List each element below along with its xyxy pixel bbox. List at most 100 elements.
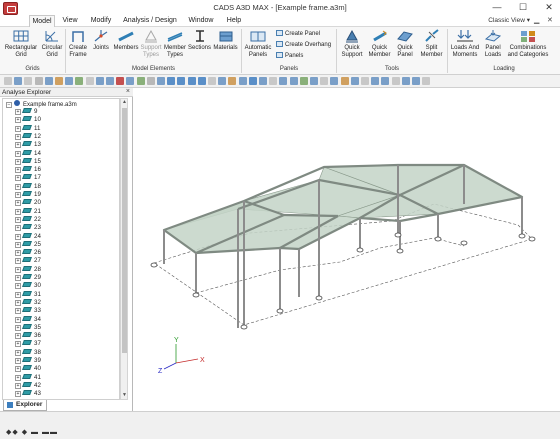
expand-icon[interactable]: + [15,241,21,248]
automatic-panels-button[interactable]: Automatic Panels [243,29,273,58]
frame-model-drawing[interactable]: Y X Z [134,88,560,411]
toolbar-tool-icon[interactable] [289,77,298,85]
loads-and-moments-button[interactable]: Loads And Moments [449,29,481,58]
expand-icon[interactable]: + [15,233,21,240]
toolbar-tool-icon[interactable] [208,77,216,85]
expand-icon[interactable]: + [15,225,21,232]
expand-icon[interactable]: + [15,175,21,182]
tree-item[interactable]: +27 [15,257,41,265]
expand-icon[interactable]: + [15,299,21,306]
toolbar-tool-icon[interactable] [248,77,257,85]
expand-icon[interactable]: + [15,283,21,290]
expand-icon[interactable]: + [15,382,21,389]
expand-icon[interactable]: + [15,266,21,273]
members-button[interactable]: Members [113,29,139,52]
toolbar-tool-icon[interactable] [24,77,33,85]
split-member-button[interactable]: Split Member [418,29,445,58]
tree-item[interactable]: +25 [15,240,41,249]
tree-item[interactable]: +20 [15,199,41,207]
toolbar-tool-icon[interactable] [75,77,84,85]
maximize-button[interactable]: ☐ [512,1,534,13]
expand-icon[interactable]: + [15,183,21,190]
tree-item[interactable]: +36 [15,332,41,340]
expand-icon[interactable]: + [15,366,21,373]
explorer-tab[interactable]: Explorer [3,400,47,411]
model-viewport[interactable]: Y X Z [134,88,560,411]
close-button[interactable]: ✕ [538,1,560,13]
toolbar-tool-icon[interactable] [85,77,94,85]
toolbar-tool-icon[interactable] [14,77,23,85]
expand-icon[interactable]: + [15,208,21,215]
toolbar-tool-icon[interactable] [238,77,247,85]
toolbar-tool-icon[interactable] [401,77,410,85]
tree-item[interactable]: +18 [15,182,41,191]
expand-icon[interactable]: + [15,200,21,207]
expand-icon[interactable]: + [15,158,21,165]
expand-icon[interactable]: + [15,133,21,140]
toolbar-tool-icon[interactable] [4,77,12,85]
tree-item[interactable]: +42 [15,381,41,390]
expand-icon[interactable]: + [15,117,21,124]
toolbar-tool-icon[interactable] [350,77,359,85]
tree-item[interactable]: +21 [15,207,41,216]
tree-item[interactable]: +33 [15,307,41,315]
tree-item[interactable]: +16 [15,166,41,174]
tree-item[interactable]: +14 [15,149,41,158]
toolbar-tool-icon[interactable] [422,77,431,85]
expand-icon[interactable]: + [15,291,21,298]
toolbar-tool-icon[interactable] [55,77,63,85]
tree-item[interactable]: +17 [15,174,41,182]
expand-icon[interactable]: + [15,324,21,331]
joints-button[interactable]: Joints [90,29,112,52]
tab-help[interactable]: Help [223,15,245,27]
expand-icon[interactable]: + [15,192,21,198]
toolbar-tool-icon[interactable] [126,77,135,85]
tree-item[interactable]: +38 [15,348,41,357]
materials-button[interactable]: Materials [212,29,239,52]
tree-item[interactable]: +30 [15,282,41,290]
create-panel-button[interactable]: Create Panel [276,30,320,37]
expand-icon[interactable]: + [15,150,21,157]
panel-loads-button[interactable]: Panel Loads [482,29,504,58]
tree-item[interactable]: +13 [15,141,41,149]
panels-button[interactable]: Panels [276,52,303,59]
create-frame-button[interactable]: Create Frame [67,29,89,58]
expand-icon[interactable]: + [15,391,21,398]
rectangular-grid-button[interactable]: Rectangular Grid [3,29,39,58]
tree-item[interactable]: +41 [15,373,41,382]
toolbar-tool-icon[interactable] [146,77,155,85]
expand-icon[interactable]: + [15,167,21,174]
toolbar-tool-icon[interactable] [106,77,114,85]
tree-item[interactable]: +26 [15,249,41,257]
combinations-button[interactable]: Combinations and Categories [506,29,550,58]
tree-item[interactable]: +34 [15,315,41,324]
toolbar-tool-icon[interactable] [412,77,420,85]
expand-icon[interactable]: + [15,275,21,281]
collapse-icon[interactable]: − [6,102,12,108]
toolbar-tool-icon[interactable] [136,77,145,85]
expand-icon[interactable]: + [15,349,21,356]
tree-scrollbar[interactable]: ▲ ▼ [120,98,128,400]
tree-item[interactable]: +43 [15,390,41,398]
expand-icon[interactable]: + [15,216,21,223]
toolbar-tool-icon[interactable] [361,77,369,85]
expand-icon[interactable]: + [15,374,21,381]
tree-item[interactable]: +23 [15,224,41,232]
expand-icon[interactable]: + [15,109,21,115]
tree-item[interactable]: +15 [15,157,41,166]
expand-icon[interactable]: + [15,142,21,149]
toolbar-tool-icon[interactable] [187,77,196,85]
toolbar-tool-icon[interactable] [381,77,390,85]
scroll-down-icon[interactable]: ▼ [121,392,128,399]
tree-item[interactable]: +11 [15,124,40,133]
toolbar-tool-icon[interactable] [65,77,74,85]
quick-member-button[interactable]: Quick Member [366,29,393,58]
explorer-close-button[interactable]: × [126,88,130,95]
scrollbar-thumb[interactable] [122,108,127,353]
tree-item[interactable]: +12 [15,132,41,141]
member-types-button[interactable]: Member Types [163,29,187,58]
create-overhang-button[interactable]: Create Overhang [276,41,331,48]
toolbar-tool-icon[interactable] [320,77,329,85]
toolbar-tool-icon[interactable] [177,77,186,85]
toolbar-tool-icon[interactable] [259,77,267,85]
